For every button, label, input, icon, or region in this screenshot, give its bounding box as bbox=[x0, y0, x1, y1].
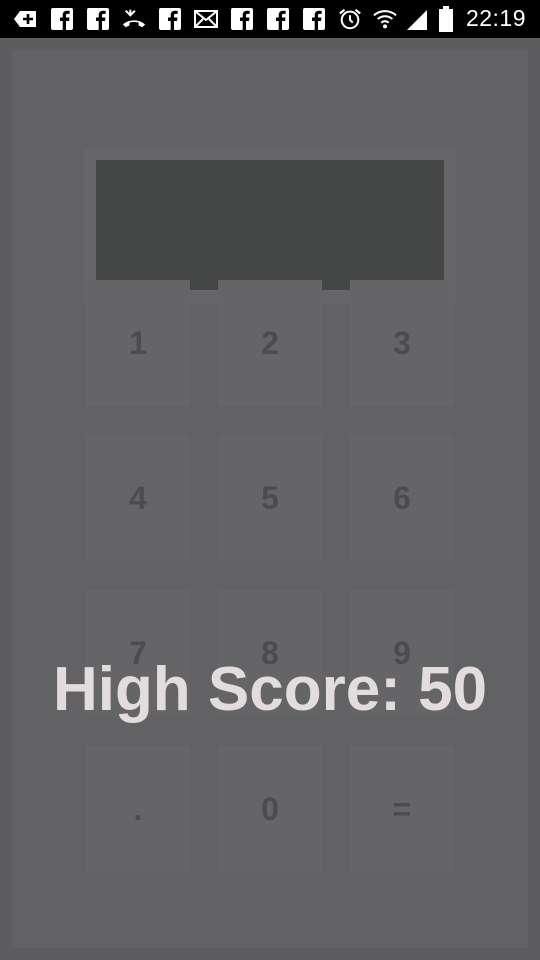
key-2[interactable]: 2 bbox=[218, 280, 322, 406]
key-5[interactable]: 5 bbox=[218, 435, 322, 561]
calculator-display bbox=[96, 160, 444, 290]
status-time: 22:19 bbox=[465, 5, 526, 31]
facebook-icon bbox=[266, 7, 290, 31]
facebook-icon bbox=[50, 7, 74, 31]
status-bar: 22:19 bbox=[0, 0, 540, 38]
calculator-app: 1 2 3 4 5 6 7 8 9 . 0 = bbox=[0, 38, 540, 960]
high-score-overlay: High Score: 50 bbox=[52, 655, 488, 724]
key-4[interactable]: 4 bbox=[86, 435, 190, 561]
missed-call-icon bbox=[122, 7, 146, 31]
facebook-icon bbox=[302, 7, 326, 31]
key-decimal[interactable]: . bbox=[86, 746, 190, 872]
key-3[interactable]: 3 bbox=[350, 280, 454, 406]
key-1[interactable]: 1 bbox=[86, 280, 190, 406]
facebook-icon bbox=[86, 7, 110, 31]
signal-icon bbox=[405, 7, 429, 31]
add-notification-icon bbox=[14, 7, 38, 31]
facebook-icon bbox=[230, 7, 254, 31]
key-6[interactable]: 6 bbox=[350, 435, 454, 561]
key-0[interactable]: 0 bbox=[218, 746, 322, 872]
mail-icon bbox=[194, 7, 218, 31]
alarm-icon bbox=[338, 7, 362, 31]
wifi-icon bbox=[373, 7, 397, 31]
facebook-icon bbox=[158, 7, 182, 31]
battery-icon bbox=[434, 6, 458, 32]
key-equals[interactable]: = bbox=[350, 746, 454, 872]
